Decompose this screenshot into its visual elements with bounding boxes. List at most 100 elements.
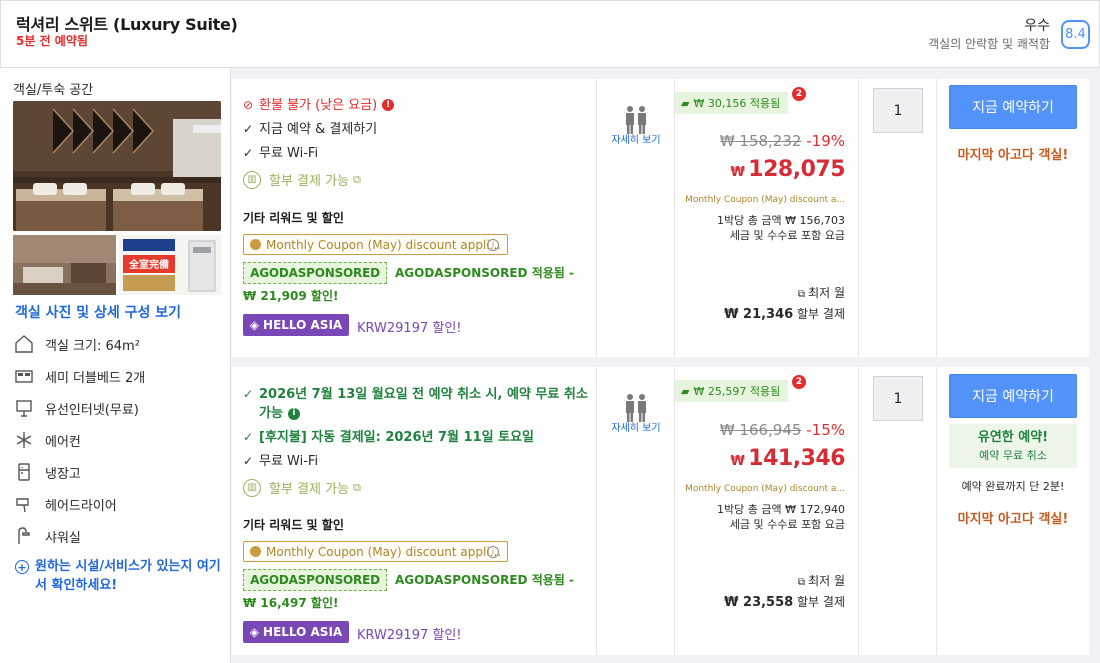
- external-link-icon: ⧉: [353, 172, 361, 186]
- check-icon: ✓: [243, 146, 254, 160]
- tax-note: 세금 및 수수료 포함 요금: [729, 229, 845, 242]
- amenity-search-link[interactable]: + 원하는 시설/서비스가 있는지 여기서 확인하세요!: [15, 557, 225, 595]
- offer-row-1: ⊘ 환불 불가 (낮은 요금) ! ✓ 지금 예약 & 결제하기 ✓ 무료 Wi…: [232, 79, 1089, 357]
- occupancy-column: 자세히 보기: [597, 367, 675, 655]
- room-section-title: 객실/투숙 공간: [13, 83, 94, 98]
- amenity-label: 에어컨: [45, 434, 81, 450]
- internet-icon: [13, 397, 35, 419]
- other-rewards-title: 기타 리워드 및 할인: [243, 211, 344, 225]
- coupon-tag[interactable]: Monthly Coupon (May) discount appli... i: [243, 234, 508, 255]
- amenity-internet: 유선인터넷(무료): [13, 396, 139, 420]
- info-icon[interactable]: i: [287, 407, 300, 420]
- room-quantity-select[interactable]: 1: [873, 88, 923, 133]
- condition-text: 무료 Wi-Fi: [259, 454, 319, 469]
- amenity-label: 샤워실: [45, 530, 81, 546]
- room-photo-thumb-2[interactable]: 全室完備: [119, 235, 221, 295]
- info-icon[interactable]: i: [487, 238, 499, 251]
- rating-word: 우수: [1024, 18, 1050, 34]
- final-price-value: 128,075: [748, 157, 845, 182]
- info-icon[interactable]: !: [382, 99, 395, 111]
- condition-text: 지금 예약 & 결제하기: [259, 122, 378, 137]
- quantity-column: 1: [859, 79, 937, 357]
- coupon-icon: [250, 546, 261, 557]
- rating-score: 8.4: [1061, 20, 1090, 49]
- snowflake-icon: [13, 429, 35, 451]
- hello-asia-discount: KRW29197 할인!: [357, 628, 462, 643]
- monthly-installment: ₩ 23,558 할부 결제: [724, 593, 845, 610]
- savings-text: ₩ 25,597 적용됨: [693, 385, 781, 398]
- room-size-icon: [13, 333, 35, 355]
- final-price: ₩141,346: [730, 446, 845, 471]
- offer-conditions: ⊘ 환불 불가 (낮은 요금) ! ✓ 지금 예약 & 결제하기 ✓ 무료 Wi…: [232, 79, 597, 357]
- installment-icon: ▥: [243, 478, 261, 497]
- last-room-notice: 마지막 아고다 객실!: [957, 148, 1069, 163]
- external-link-icon: ⧉: [797, 577, 806, 588]
- condition-item: ✓ 무료 Wi-Fi: [243, 452, 318, 471]
- occupancy-column: 자세히 보기: [597, 79, 675, 357]
- monthly-label-text: 최저 월: [808, 286, 845, 300]
- final-price-value: 141,346: [748, 446, 845, 471]
- price-column: ▰ ₩ 25,597 적용됨 2 ₩ 166,945 -15% ₩141,346…: [675, 367, 859, 655]
- condition-item: ✓ 무료 Wi-Fi: [243, 144, 318, 163]
- details-link[interactable]: 자세히 보기: [611, 421, 661, 436]
- amenity-label: 세미 더블베드 2개: [45, 370, 146, 386]
- tag-icon: ◈: [249, 625, 260, 639]
- currency-symbol: ₩: [730, 454, 745, 469]
- shower-icon: [13, 525, 35, 547]
- coupon-note: Monthly Coupon (May) discount a...: [685, 195, 845, 205]
- monthly-label: ⧉ 최저 월: [798, 572, 845, 589]
- amenity-label: 객실 크기: 64m²: [45, 338, 140, 354]
- tax-note: 세금 및 수수료 포함 요금: [729, 518, 845, 531]
- condition-text: [후지불] 자동 결제일: 2026년 7월 11일 토요일: [259, 430, 534, 445]
- discount-percent: -19%: [806, 132, 845, 150]
- flexible-booking-title: 유연한 예약!: [977, 430, 1049, 445]
- condition-item: ⊘ 환불 불가 (낮은 요금) !: [243, 96, 395, 115]
- per-night-price: 1박당 총 금액 ₩ 156,703: [717, 214, 845, 227]
- coupon-note: Monthly Coupon (May) discount a...: [685, 484, 845, 494]
- price-column: ▰ ₩ 30,156 적용됨 2 ₩ 158,232 -19% ₩128,075…: [675, 79, 859, 357]
- offer-row-2: ✓ 2026년 7월 13일 월요일 전 예약 취소 시, 예약 무료 취소 가…: [232, 367, 1089, 655]
- check-icon: ✓: [243, 122, 254, 136]
- plus-circle-icon: +: [15, 560, 29, 574]
- hello-asia-discount: KRW29197 할인!: [357, 321, 462, 336]
- bed-icon: [13, 365, 35, 387]
- amenity-aircon: 에어컨: [13, 428, 81, 452]
- room-photos-link[interactable]: 객실 사진 및 상세 구성 보기: [15, 302, 181, 322]
- coupon-text: Monthly Coupon (May) discount appli...: [266, 544, 502, 559]
- installment-option[interactable]: ▥ 할부 결제 가능 ⧉: [243, 170, 361, 189]
- installment-option[interactable]: ▥ 할부 결제 가능 ⧉: [243, 478, 361, 497]
- free-cancel-note: 예약 무료 취소: [979, 449, 1047, 462]
- rating-description: 객실의 안락함 및 쾌적함: [928, 37, 1050, 51]
- savings-count-badge: 2: [792, 375, 806, 389]
- hello-asia-label: HELLO ASIA: [263, 318, 343, 332]
- savings-tag: ▰ ₩ 30,156 적용됨: [675, 92, 789, 114]
- booked-note: 5분 전 예약됨: [16, 34, 88, 48]
- room-main-photo[interactable]: [13, 101, 221, 231]
- monthly-amount: ₩ 23,558: [724, 595, 794, 610]
- book-now-button[interactable]: 지금 예약하기: [949, 85, 1077, 129]
- original-price: ₩ 166,945 -15%: [720, 421, 845, 439]
- check-icon: ✓: [243, 387, 254, 401]
- room-header: 럭셔리 스위트 (Luxury Suite) 5분 전 예약됨 우수 객실의 안…: [0, 0, 1100, 68]
- room-photo-thumb-1[interactable]: [13, 235, 116, 295]
- monthly-suffix: 할부 결제: [797, 307, 845, 321]
- room-quantity-select[interactable]: 1: [873, 376, 923, 421]
- coupon-tag[interactable]: Monthly Coupon (May) discount appli... i: [243, 541, 508, 562]
- installment-text: 할부 결제 가능: [269, 174, 350, 189]
- final-price: ₩128,075: [730, 157, 845, 182]
- details-link[interactable]: 자세히 보기: [611, 133, 661, 148]
- info-icon[interactable]: i: [487, 545, 499, 558]
- hello-asia-tag: ◈ HELLO ASIA: [243, 621, 349, 643]
- other-rewards-title: 기타 리워드 및 할인: [243, 518, 344, 532]
- amenity-hairdryer: 헤어드라이어: [13, 492, 117, 516]
- original-price-value: ₩ 166,945: [719, 421, 802, 439]
- agoda-sponsored-text: AGODASPONSORED 적용됨 - ₩ 21,909 할인!: [243, 266, 574, 303]
- external-link-icon: ⧉: [353, 480, 361, 494]
- check-icon: ✓: [243, 430, 254, 444]
- condition-item: ✓ [후지불] 자동 결제일: 2026년 7월 11일 토요일: [243, 428, 534, 447]
- amenity-shower: 샤워실: [13, 524, 81, 548]
- hairdryer-icon: [13, 493, 35, 515]
- book-now-button[interactable]: 지금 예약하기: [949, 374, 1077, 418]
- ticket-icon: ▰: [681, 384, 690, 398]
- free-cancel-text: 2026년 7월 13일 월요일 전 예약 취소 시, 예약 무료 취소 가능 i: [259, 387, 588, 421]
